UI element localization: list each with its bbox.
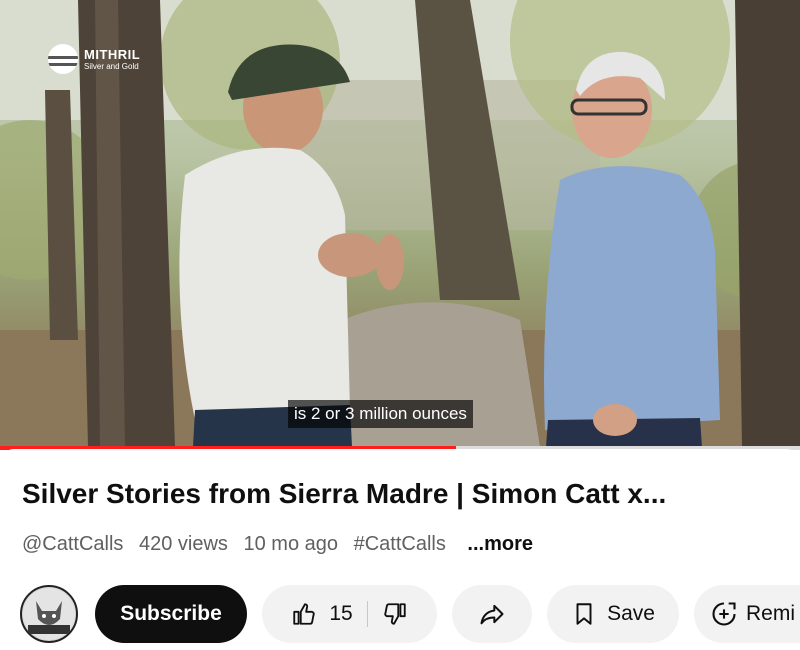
share-icon <box>480 604 504 625</box>
mithril-logo-icon <box>48 44 78 74</box>
remix-label: Remi <box>746 602 796 625</box>
action-bar: Subscribe 15 Save Remi <box>0 585 800 643</box>
like-dislike-group: 15 <box>262 585 437 643</box>
like-button[interactable]: 15 <box>291 601 353 627</box>
more-button[interactable]: ...more <box>467 533 533 555</box>
watermark-subtitle: Silver and Gold <box>84 61 139 71</box>
watermark-title: MITHRIL <box>84 46 141 62</box>
view-count: 420 views <box>139 533 228 555</box>
video-title[interactable]: Silver Stories from Sierra Madre | Simon… <box>22 478 782 510</box>
thumbs-down-icon <box>384 603 406 625</box>
subscribe-button[interactable]: Subscribe <box>95 585 247 643</box>
video-meta: @CattCalls 420 views 10 mo ago #CattCall… <box>22 533 543 556</box>
save-label: Save <box>607 602 655 625</box>
bookmark-icon <box>576 603 592 625</box>
video-player[interactable]: MITHRIL Silver and Gold is 2 or 3 millio… <box>0 0 800 447</box>
video-caption: is 2 or 3 million ounces <box>288 400 473 428</box>
dislike-button[interactable] <box>382 601 408 627</box>
remix-icon <box>712 602 736 626</box>
share-button[interactable] <box>452 585 532 643</box>
cat-logo-icon <box>23 588 75 640</box>
channel-watermark: MITHRIL Silver and Gold <box>48 44 140 74</box>
thumbs-up-icon <box>293 603 315 625</box>
like-separator <box>366 601 368 627</box>
upload-age: 10 mo ago <box>243 533 339 555</box>
hashtag-link[interactable]: #CattCalls <box>354 533 446 555</box>
channel-handle[interactable]: @CattCalls <box>22 533 123 555</box>
channel-avatar[interactable] <box>20 585 78 643</box>
save-button[interactable]: Save <box>547 585 679 643</box>
remix-button[interactable]: Remi <box>694 585 800 643</box>
like-count: 15 <box>329 602 353 625</box>
